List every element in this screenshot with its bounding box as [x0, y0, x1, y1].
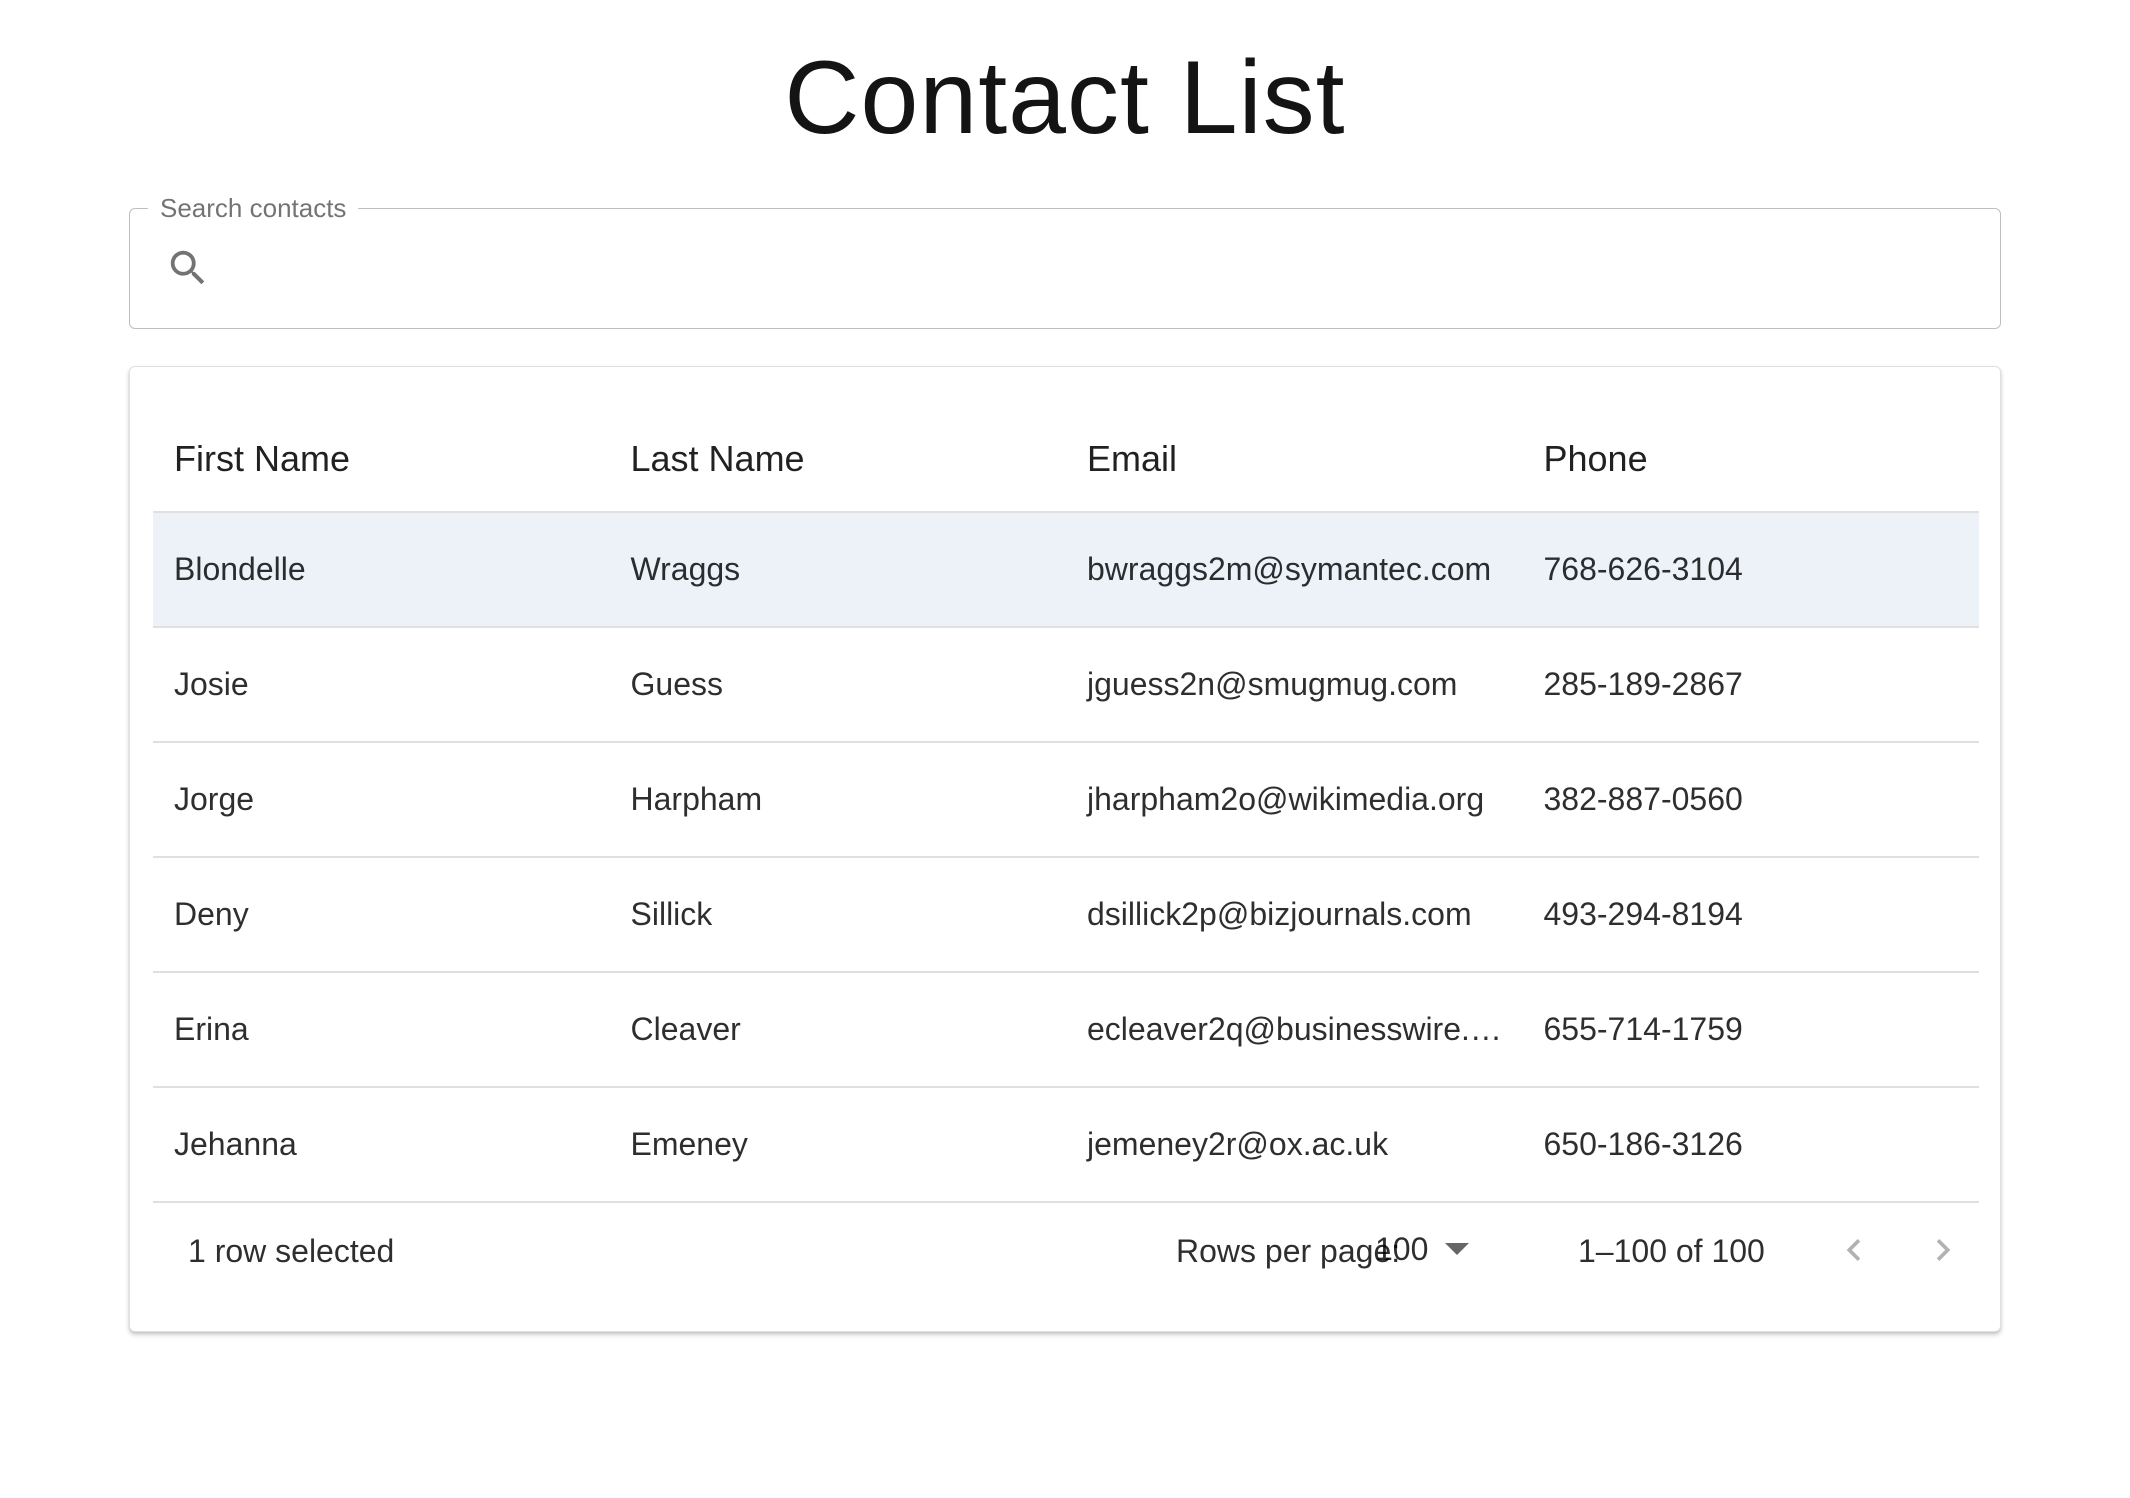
rows-per-page-select[interactable]: 100 [1375, 1225, 1485, 1275]
table-row[interactable]: Jorge Harpham jharpham2o@wikimedia.org 3… [153, 743, 1979, 858]
table-row[interactable]: Deny Sillick dsillick2p@bizjournals.com … [153, 858, 1979, 973]
cell-first-name: Jehanna [174, 1126, 297, 1162]
chevron-left-icon [1846, 1239, 1861, 1261]
page-title: Contact List [784, 40, 1346, 156]
cell-email: jguess2n@smugmug.com [1087, 666, 1458, 702]
cell-first-name: Josie [174, 666, 249, 702]
cell-email: jemeney2r@ox.ac.uk [1087, 1126, 1389, 1162]
chevron-right-icon [1936, 1239, 1951, 1261]
cell-phone: 655-714-1759 [1543, 1011, 1743, 1047]
arrow-drop-down-icon [1445, 1243, 1469, 1255]
rows-per-page-label: Rows per page: [1176, 1233, 1401, 1269]
next-page-button[interactable] [1916, 1223, 1970, 1277]
cell-phone: 768-626-3104 [1543, 551, 1743, 587]
column-header-email[interactable]: Email [1066, 438, 1523, 480]
cell-first-name: Jorge [174, 781, 255, 817]
previous-page-button[interactable] [1827, 1223, 1881, 1277]
search-icon [170, 250, 205, 285]
cell-phone: 382-887-0560 [1543, 781, 1743, 817]
cell-email: bwraggs2m@symantec.com [1087, 551, 1492, 587]
selected-row-count: 1 row selected [188, 1233, 395, 1269]
rows-per-page-value: 100 [1375, 1231, 1429, 1267]
cell-last-name: Wraggs [630, 551, 741, 587]
cell-phone: 493-294-8194 [1543, 896, 1743, 932]
pagination-range: 1–100 of 100 [1578, 1233, 1765, 1269]
column-header-first-name[interactable]: First Name [153, 438, 610, 480]
table-row[interactable]: Josie Guess jguess2n@smugmug.com 285-189… [153, 628, 1979, 743]
search-label: Search contacts [148, 192, 359, 224]
cell-phone: 650-186-3126 [1543, 1126, 1743, 1162]
search-input[interactable] [230, 231, 1974, 307]
column-header-phone[interactable]: Phone [1523, 438, 1980, 480]
cell-last-name: Sillick [630, 896, 713, 932]
grid-footer: 1 row selected Rows per page: 100 1–100 … [153, 1193, 1979, 1307]
cell-last-name: Guess [630, 666, 723, 702]
cell-last-name: Cleaver [630, 1011, 741, 1047]
cell-email: dsillick2p@bizjournals.com [1087, 896, 1472, 932]
table-row[interactable]: Jehanna Emeney jemeney2r@ox.ac.uk 650-18… [153, 1088, 1979, 1203]
cell-first-name: Blondelle [174, 551, 306, 587]
cell-last-name: Harpham [630, 781, 763, 817]
cell-email: jharpham2o@wikimedia.org [1087, 781, 1485, 817]
table-row[interactable]: Blondelle Wraggs bwraggs2m@symantec.com … [153, 513, 1979, 628]
cell-email: ecleaver2q@businesswire.com [1087, 1011, 1523, 1047]
contacts-grid: First Name Last Name Email Phone Blondel… [129, 366, 2001, 1332]
cell-phone: 285-189-2867 [1543, 666, 1743, 702]
cell-first-name: Deny [174, 896, 249, 932]
grid-header-row: First Name Last Name Email Phone [153, 367, 1979, 513]
column-header-last-name[interactable]: Last Name [610, 438, 1067, 480]
cell-last-name: Emeney [630, 1126, 748, 1162]
search-field[interactable]: Search contacts [129, 192, 2001, 329]
table-row[interactable]: Erina Cleaver ecleaver2q@businesswire.co… [153, 973, 1979, 1088]
cell-first-name: Erina [174, 1011, 249, 1047]
